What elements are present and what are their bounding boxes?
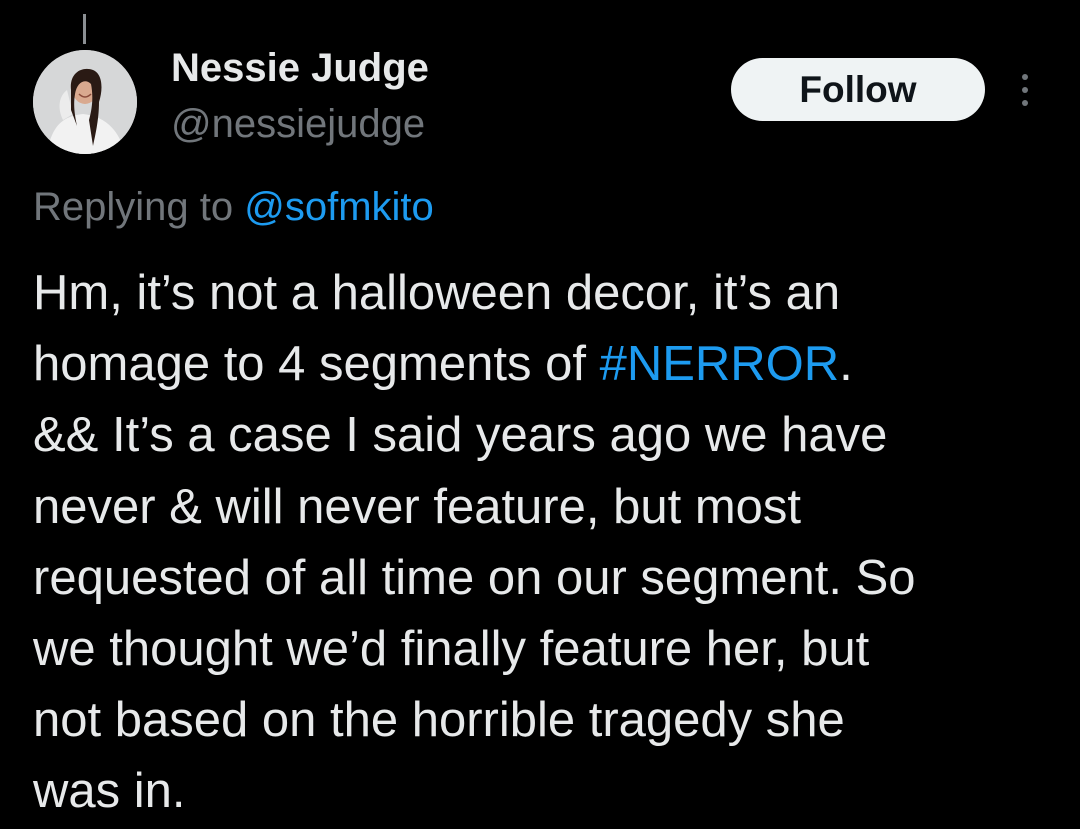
hashtag-link[interactable]: #NERROR (600, 337, 840, 391)
tweet-line: was in. (33, 764, 186, 819)
tweet-text-segment: . (839, 337, 853, 392)
replying-to-label: Replying to (33, 185, 245, 229)
reply-mention-link[interactable]: @sofmkito (244, 185, 434, 229)
more-options-icon[interactable] (1010, 70, 1040, 110)
thread-connector-line (83, 14, 86, 44)
author-display-name[interactable]: Nessie Judge (171, 44, 429, 92)
more-dot (1022, 100, 1028, 106)
author-avatar[interactable] (33, 50, 137, 154)
tweet-line: && It’s a case I said years ago we have (33, 408, 888, 463)
tweet-text-segment: homage to 4 segments of (33, 337, 600, 392)
avatar-photo-icon (33, 50, 137, 154)
tweet-text: Hm, it’s not a halloween decor, it’s an … (33, 258, 1063, 828)
replying-to-line: Replying to @sofmkito (33, 183, 434, 231)
follow-button[interactable]: Follow (731, 58, 985, 121)
author-handle[interactable]: @nessiejudge (171, 100, 425, 148)
more-dot (1022, 87, 1028, 93)
tweet-line: we thought we’d finally feature her, but (33, 621, 870, 676)
tweet-line: Hm, it’s not a halloween decor, it’s an (33, 266, 841, 320)
more-dot (1022, 74, 1028, 80)
tweet-line: requested of all time on our segment. So (33, 550, 916, 605)
tweet-line: never & will never feature, but most (33, 479, 802, 534)
tweet-line: homage to 4 segments of #NERROR. (33, 329, 1063, 400)
tweet-line: not based on the horrible tragedy she (33, 693, 845, 748)
